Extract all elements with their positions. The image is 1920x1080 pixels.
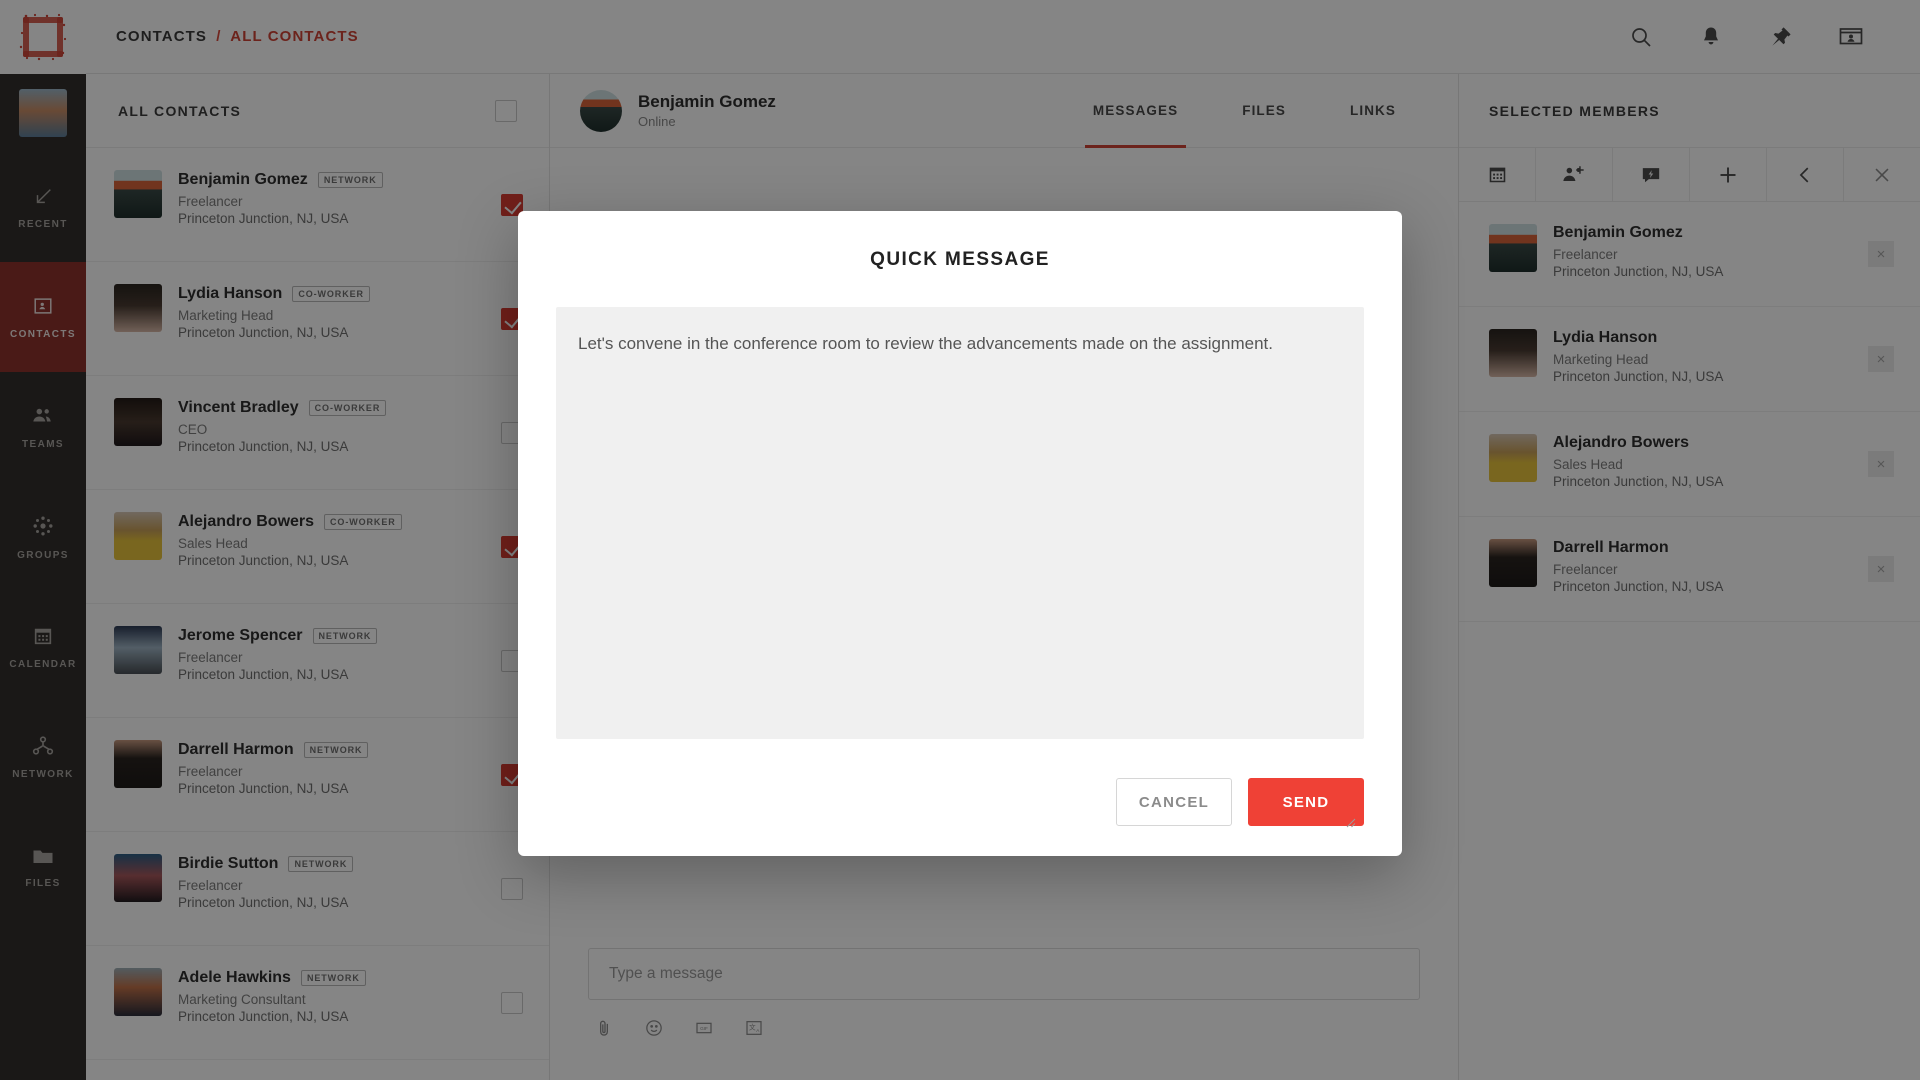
dialog-actions: CANCEL SEND xyxy=(518,744,1402,826)
quick-message-textarea[interactable] xyxy=(556,307,1364,739)
app-root: CONTACTS / ALL CONTACTS RECENT CONTACTS … xyxy=(0,0,1920,1080)
dialog-title: QUICK MESSAGE xyxy=(870,249,1050,270)
send-button[interactable]: SEND xyxy=(1248,778,1364,826)
cancel-button[interactable]: CANCEL xyxy=(1116,778,1232,826)
quick-message-dialog: QUICK MESSAGE CANCEL SEND xyxy=(518,211,1402,856)
dialog-body xyxy=(518,271,1402,828)
